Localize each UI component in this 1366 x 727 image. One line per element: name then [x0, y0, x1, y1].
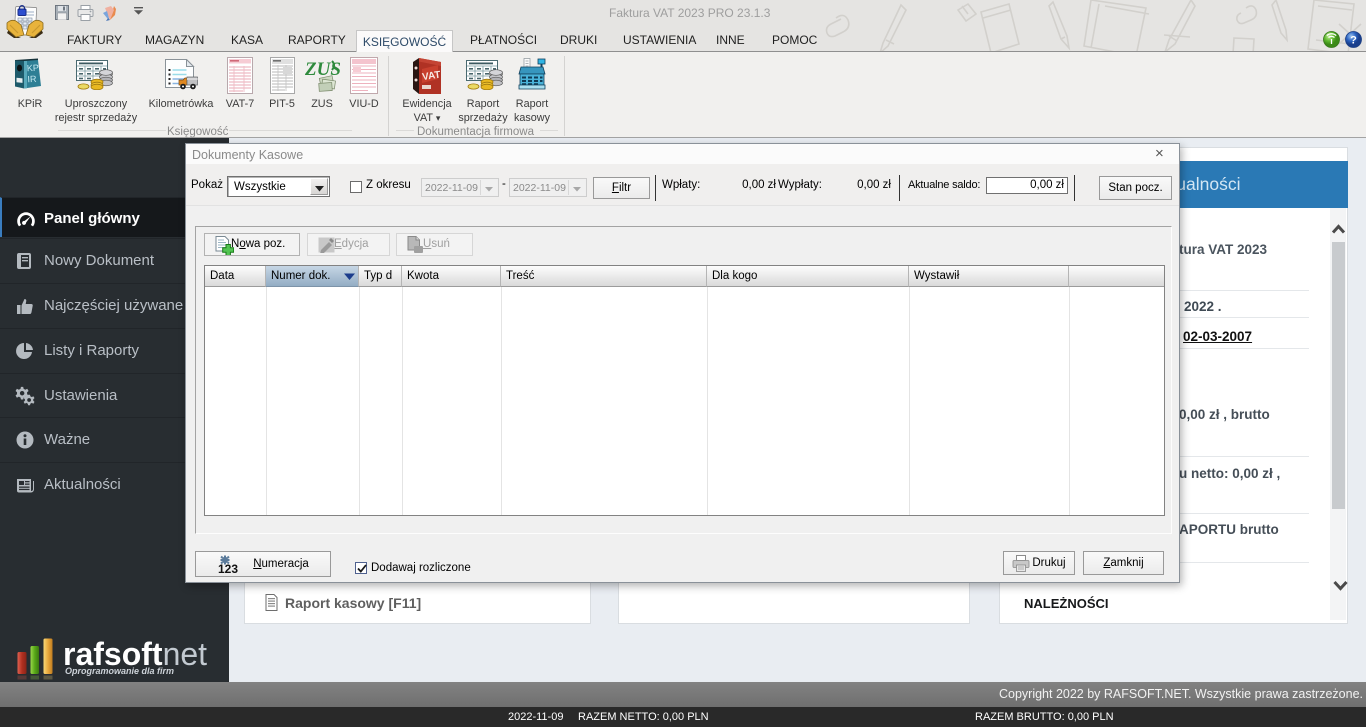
svg-text:IR: IR: [27, 74, 37, 84]
svg-text:KP: KP: [27, 63, 40, 74]
svg-text:123: 123: [218, 562, 238, 575]
svg-text:ZUS: ZUS: [305, 59, 340, 80]
